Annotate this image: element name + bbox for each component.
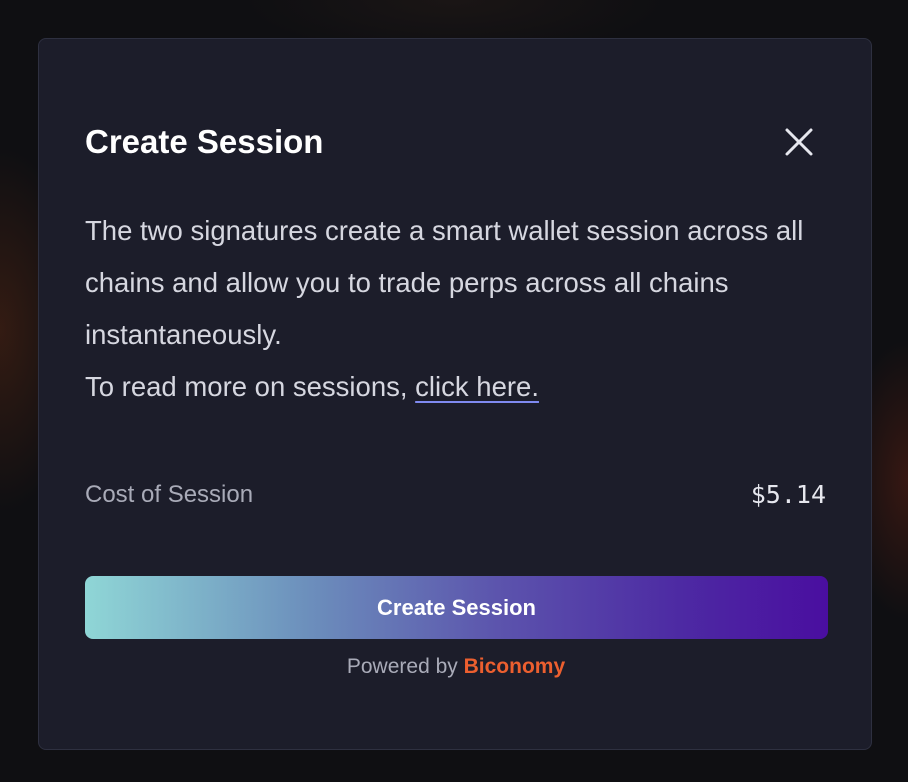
biconomy-brand: Biconomy xyxy=(463,655,566,678)
powered-by-prefix: Powered by xyxy=(346,655,464,678)
read-more-line: To read more on sessions, click here. xyxy=(85,361,845,413)
close-button[interactable] xyxy=(779,122,819,162)
modal-title: Create Session xyxy=(85,123,324,160)
click-here-link[interactable]: click here. xyxy=(415,371,539,402)
create-session-button[interactable]: Create Session xyxy=(85,576,828,639)
cost-value: $5.14 xyxy=(750,480,826,509)
powered-by: Powered by Biconomy xyxy=(39,653,873,681)
session-description: The two signatures create a smart wallet… xyxy=(85,205,845,413)
close-icon xyxy=(785,128,813,156)
description-text: The two signatures create a smart wallet… xyxy=(85,215,804,350)
cost-label: Cost of Session xyxy=(85,481,254,508)
read-more-prefix: To read more on sessions, xyxy=(85,371,416,402)
create-session-modal: Create Session The two signatures create… xyxy=(38,38,872,750)
